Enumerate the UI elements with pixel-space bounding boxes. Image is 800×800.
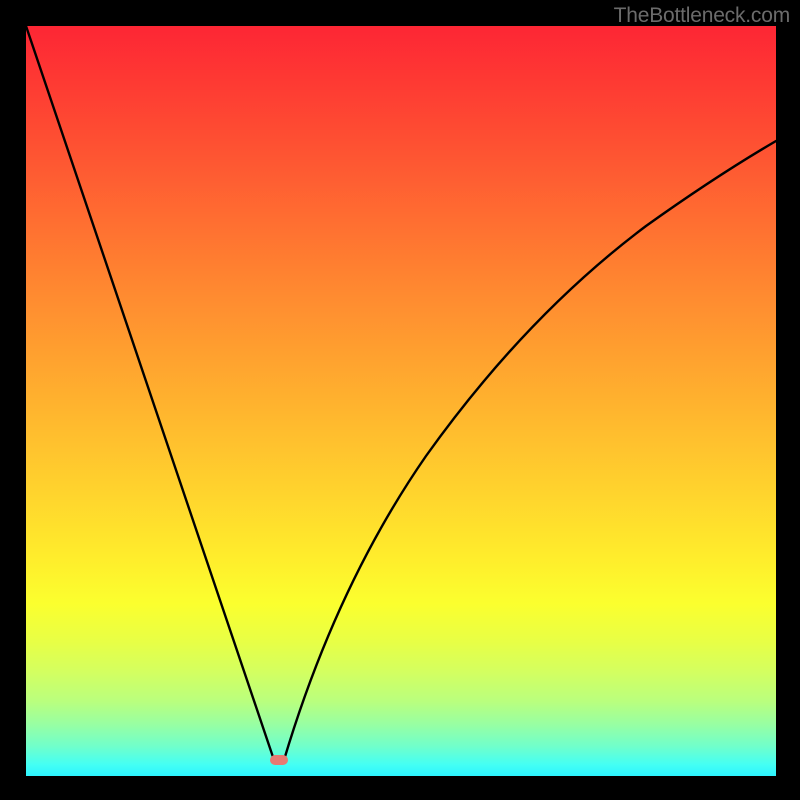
min-marker: [270, 755, 288, 765]
plot-frame: [26, 26, 776, 776]
gradient-bg: [26, 26, 776, 776]
watermark-text: TheBottleneck.com: [614, 4, 790, 28]
